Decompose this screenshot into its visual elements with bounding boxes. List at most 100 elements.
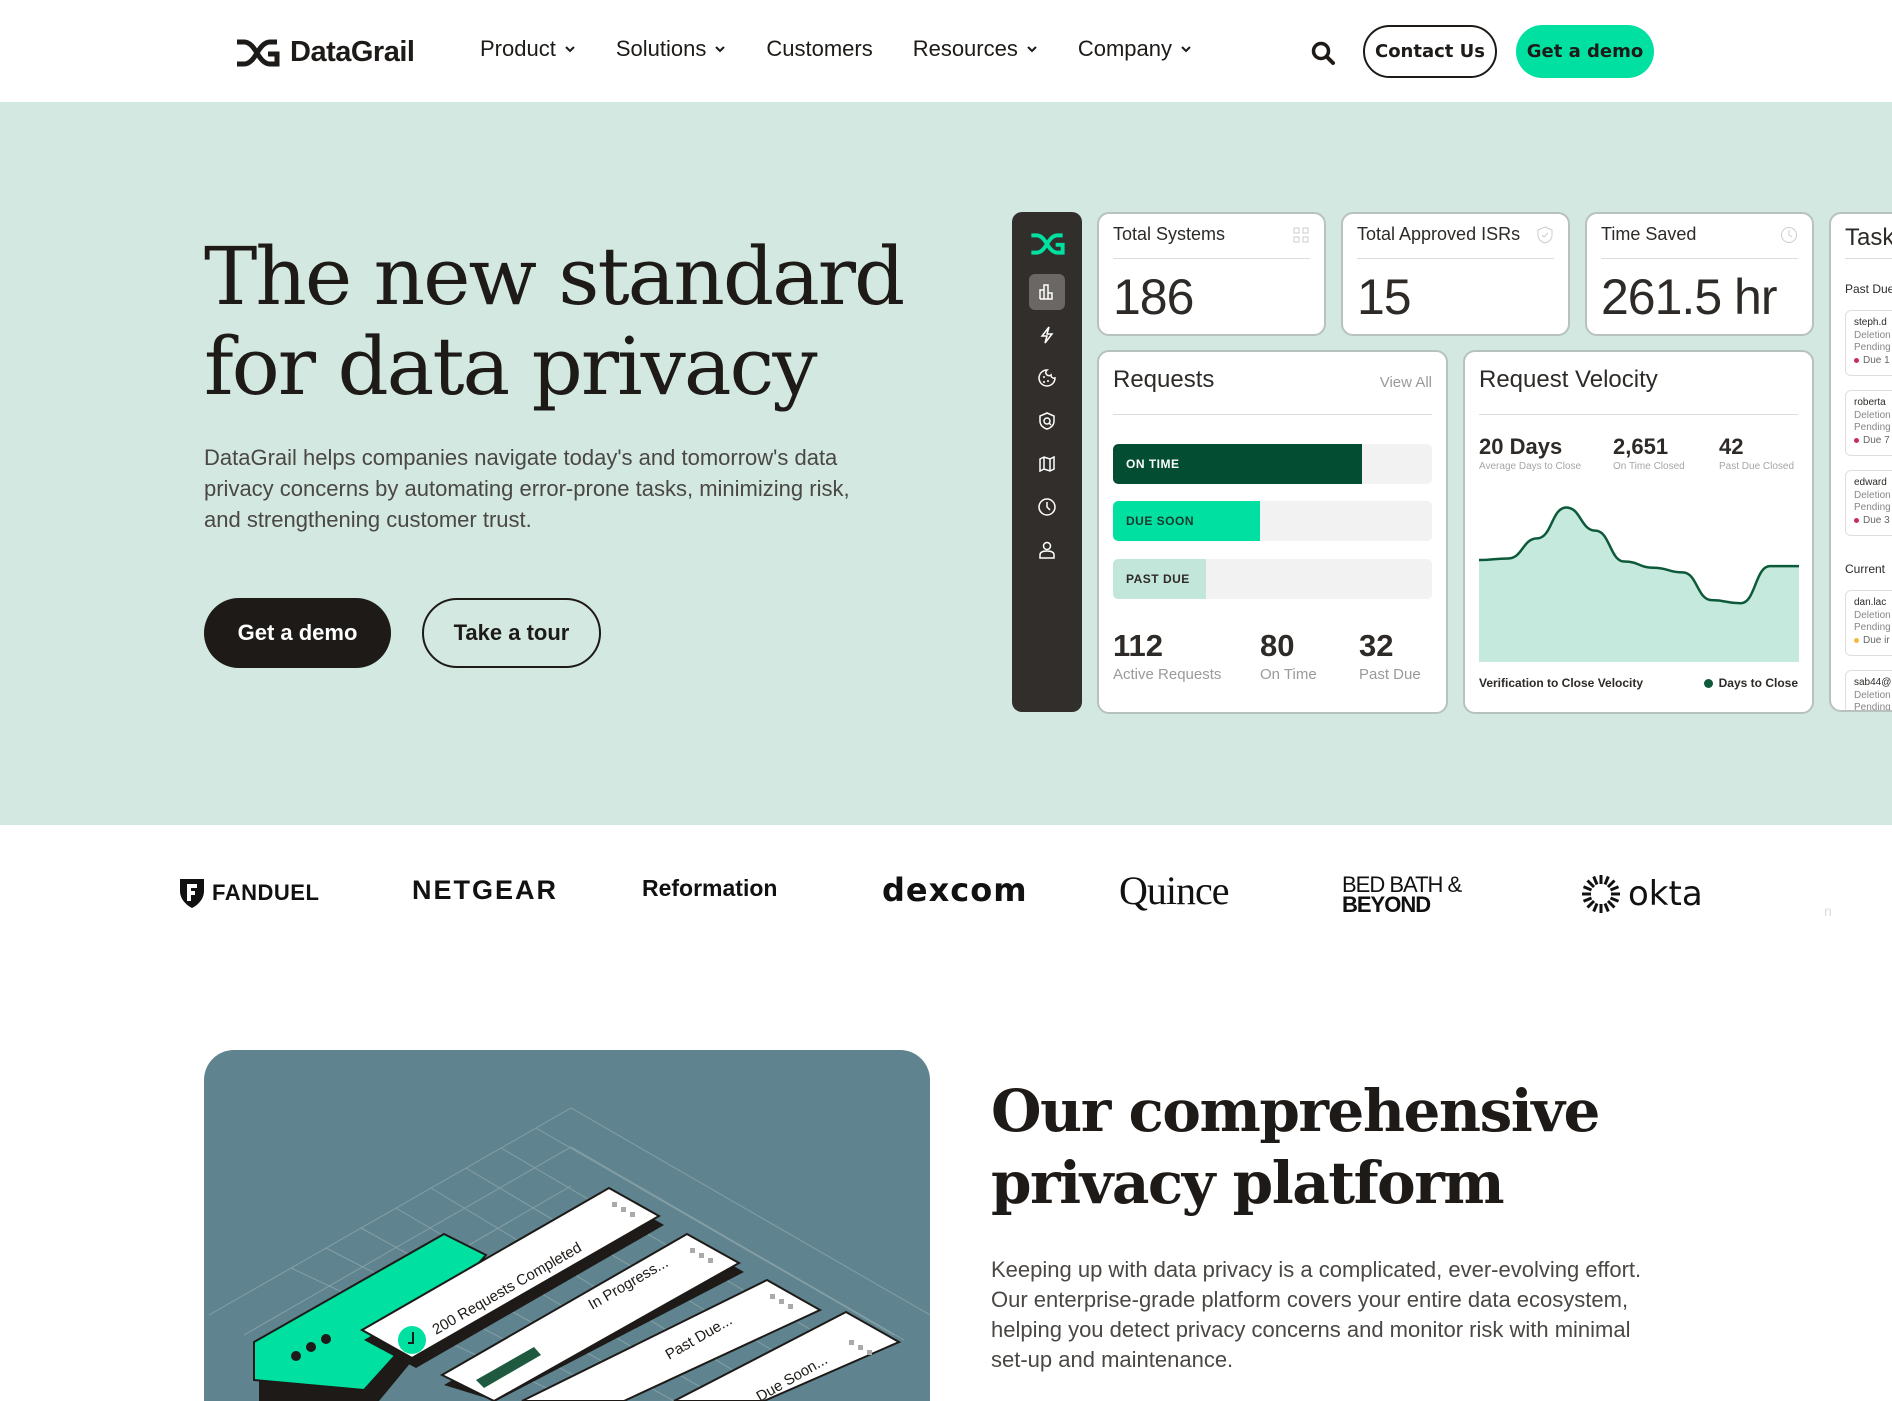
nav-company-label: Company (1077, 36, 1173, 61)
nav-customers[interactable]: Customers (766, 36, 872, 62)
hero-subtitle: DataGrail helps companies navigate today… (204, 445, 850, 532)
task-type: Deletion (1854, 609, 1891, 621)
task-status: Pending (1854, 622, 1891, 633)
tasks-title: Task (1845, 224, 1892, 251)
task-status: Pending (1854, 702, 1891, 712)
logo-fanduel: FANDUEL (178, 877, 319, 909)
cookie-icon[interactable] (1029, 360, 1065, 396)
task-due-text: Due 7 (1863, 434, 1890, 446)
task-item[interactable]: steph.d Deletion Pending Due 1 (1845, 310, 1892, 376)
fanduel-shield-icon (180, 879, 204, 908)
chevron-down-icon (565, 46, 575, 53)
task-item[interactable]: roberta Deletion Pending Due 7 (1845, 390, 1892, 456)
logo-text: BED BATH & BEYOND (1342, 872, 1462, 917)
logo-text: NETGEAR (412, 875, 559, 905)
logo-text: n (1824, 903, 1832, 919)
task-user: steph.d (1854, 317, 1887, 328)
logo-reformation: Reformation (642, 875, 777, 902)
shield-search-icon[interactable] (1029, 403, 1065, 439)
stat-label: Active Requests (1113, 666, 1222, 683)
velocity-area-chart (1479, 506, 1799, 662)
divider (1113, 258, 1310, 259)
task-due: Due 3 (1854, 515, 1892, 528)
shield-check-icon (1537, 226, 1553, 244)
logo-text: Quince (1119, 868, 1230, 913)
stat-value: 15 (1357, 269, 1412, 325)
stat-label: Past Due Closed (1719, 461, 1795, 472)
stat-card-time-saved: Time Saved 261.5 hr (1585, 212, 1814, 336)
chevron-down-icon (1027, 46, 1037, 53)
stat-value: 261.5 hr (1601, 269, 1777, 325)
past-due-stat: 32 Past Due (1359, 628, 1421, 683)
nav-company[interactable]: Company (1078, 36, 1192, 62)
task-item[interactable]: sab44@ Deletion Pending (1845, 670, 1892, 712)
top-nav: DataGrail Product Solutions Customers Re… (0, 0, 1892, 102)
platform-subtitle: Keeping up with data privacy is a compli… (991, 1257, 1642, 1372)
status-dot (1854, 438, 1859, 444)
chevron-down-icon (1181, 46, 1191, 53)
nav-resources[interactable]: Resources (913, 36, 1038, 62)
task-type: Deletion (1854, 489, 1891, 501)
request-bar-on-time: ON TIME (1113, 444, 1432, 484)
task-due-text: Due ir (1863, 634, 1890, 646)
divider (1601, 258, 1798, 259)
logo-text: okta (1628, 874, 1703, 914)
stat-card-approved-isrs: Total Approved ISRs 15 (1341, 212, 1570, 336)
map-icon[interactable] (1029, 446, 1065, 482)
task-due: Due 7 (1854, 435, 1892, 448)
view-all-link[interactable]: View All (1380, 374, 1432, 391)
user-icon[interactable] (1029, 532, 1065, 568)
datagrail-logo-icon (1031, 233, 1065, 255)
task-status: Pending (1854, 422, 1891, 433)
nav-product[interactable]: Product (480, 36, 576, 62)
active-requests-stat: 112 Active Requests (1113, 628, 1221, 683)
hero-title: The new standard for data privacy (204, 232, 905, 412)
requests-card: Requests View All ON TIME DUE SOON PAST … (1097, 350, 1448, 714)
lightning-icon[interactable] (1029, 317, 1065, 353)
brand-logo[interactable]: DataGrail (234, 36, 415, 69)
stat-number: 20 Days (1479, 434, 1563, 459)
stat-number: 80 (1260, 628, 1295, 663)
status-dot (1854, 358, 1859, 364)
bar-label: ON TIME (1126, 457, 1180, 471)
platform-title: Our comprehensive privacy platform (991, 1075, 1691, 1219)
stat-card-total-systems: Total Systems 186 (1097, 212, 1326, 336)
task-status: Pending (1854, 342, 1891, 353)
logo-partial: n (1824, 903, 1832, 919)
dashboard-sidebar (1012, 212, 1082, 712)
chart-bar-icon[interactable] (1029, 274, 1065, 310)
requests-title: Requests (1113, 366, 1215, 393)
nav-solutions[interactable]: Solutions (616, 36, 727, 62)
bar-label: PAST DUE (1126, 572, 1190, 586)
take-tour-button[interactable]: Take a tour (422, 598, 601, 668)
datagrail-logo-icon (237, 39, 280, 66)
stat-number: 112 (1113, 628, 1164, 663)
stat-label: Past Due (1359, 666, 1421, 683)
clock-icon[interactable] (1029, 489, 1065, 525)
stat-title: Total Systems (1113, 224, 1226, 244)
task-item[interactable]: dan.lac Deletion Pending Due ir (1845, 590, 1892, 656)
task-due: Due ir (1854, 635, 1892, 648)
contact-us-button[interactable]: Contact Us (1363, 25, 1497, 78)
status-dot (1854, 638, 1859, 644)
request-velocity-card: Request Velocity 20 Days Average Days to… (1463, 350, 1814, 714)
stat-label: On Time Closed (1613, 461, 1685, 472)
logo-dexcom: dexcom (882, 871, 1028, 909)
nav-links: Product Solutions Customers Resources Co… (480, 36, 1192, 62)
velocity-title: Request Velocity (1479, 366, 1658, 393)
on-time-stat: 80 On Time (1260, 628, 1317, 683)
stat-title: Total Approved ISRs (1357, 224, 1521, 244)
current-section-label: Current (1845, 562, 1886, 576)
clock-icon (1781, 227, 1797, 243)
get-demo-nav-button[interactable]: Get a demo (1516, 25, 1654, 78)
stat-number: 42 (1719, 434, 1744, 459)
tasks-card: Task Past Due steph.d Deletion Pending D… (1829, 212, 1892, 712)
get-demo-button[interactable]: Get a demo (204, 598, 391, 668)
stat-number: 2,651 (1613, 434, 1669, 459)
divider (1845, 258, 1892, 259)
stat-label: Average Days to Close (1479, 461, 1582, 472)
search-icon[interactable] (1310, 40, 1336, 66)
chevron-down-icon (715, 46, 726, 53)
task-item[interactable]: edward Deletion Pending Due 3 (1845, 470, 1892, 536)
nav-product-label: Product (480, 36, 556, 61)
